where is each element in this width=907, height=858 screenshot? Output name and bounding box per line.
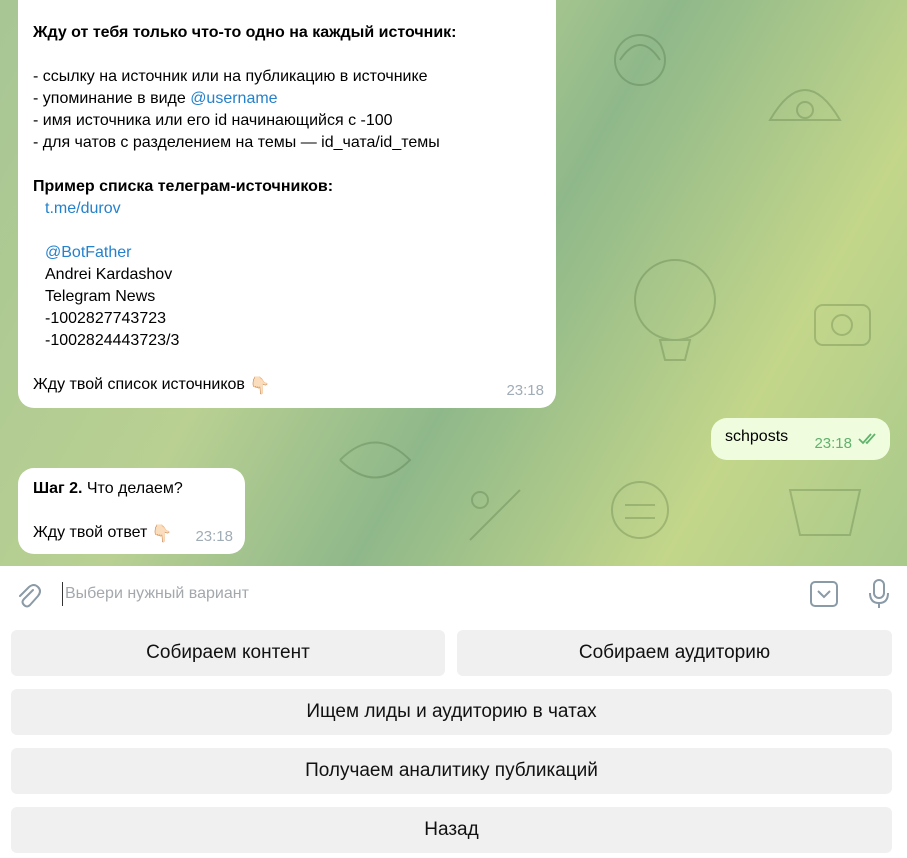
- message-line: Шаг 2. Что делаем?: [33, 480, 183, 497]
- example-line: -1002824443723/3: [45, 332, 180, 349]
- message-time: 23:18: [506, 382, 544, 399]
- chevron-down-icon[interactable]: [809, 580, 839, 608]
- balloon-doodle-icon: [634, 259, 716, 361]
- username-link[interactable]: @username: [190, 90, 277, 107]
- chat-background: Жду от тебя только что-то одно на каждый…: [0, 0, 907, 566]
- message-time: 23:18: [814, 435, 852, 452]
- incoming-message: Шаг 2. Что делаем? Жду твой ответ 👇🏻 23:1…: [18, 468, 245, 554]
- collect-audience-button[interactable]: Собираем аудиторию: [457, 630, 892, 676]
- message-footer: Жду твой список источников 👇🏻: [33, 376, 271, 395]
- message-line: - ссылку на источник или на публикацию в…: [33, 68, 428, 85]
- doodle-icon: [614, 34, 666, 86]
- doodle-icon: [611, 481, 669, 539]
- example-line: Andrei Kardashov: [45, 266, 173, 283]
- doodle-icon: [814, 304, 871, 346]
- doodle-icon: [768, 89, 842, 121]
- message-heading: Жду от тебя только что-то одно на каждый…: [33, 24, 457, 41]
- message-time: 23:18: [195, 528, 233, 545]
- example-link[interactable]: t.me/durov: [33, 198, 541, 220]
- double-check-icon: [858, 433, 876, 445]
- incoming-message: Жду от тебя только что-то одно на каждый…: [18, 0, 556, 408]
- example-line: -1002827743723: [45, 310, 167, 327]
- find-leads-button[interactable]: Ищем лиды и аудиторию в чатах: [11, 689, 892, 735]
- step-label: Шаг 2.: [33, 480, 83, 497]
- message-line: - для чатов с разделением на темы — id_ч…: [33, 134, 440, 151]
- example-line: Telegram News: [45, 288, 156, 305]
- get-analytics-button[interactable]: Получаем аналитику публикаций: [11, 748, 892, 794]
- doodle-icon: [339, 441, 412, 479]
- doodle-icon: [469, 489, 521, 541]
- message-input-bar: [0, 566, 907, 622]
- doodle-icon: [788, 489, 862, 536]
- example-title: Пример списка телеграм-источников:: [33, 178, 334, 195]
- outgoing-message: schposts 23:18: [711, 418, 890, 460]
- message-line: - имя источника или его id начинающийся …: [33, 112, 393, 129]
- reply-keyboard: Собираем контент Собираем аудиторию Ищем…: [0, 622, 907, 858]
- paperclip-icon[interactable]: [14, 581, 42, 609]
- pointing-down-hand-icon: 👇🏻: [248, 376, 271, 395]
- back-button[interactable]: Назад: [11, 807, 892, 853]
- outgoing-text: schposts: [725, 428, 789, 445]
- message-input[interactable]: [62, 582, 765, 606]
- collect-content-button[interactable]: Собираем контент: [11, 630, 445, 676]
- example-mention-link[interactable]: @BotFather: [33, 242, 541, 264]
- pointing-down-hand-icon: 👇🏻: [151, 524, 173, 543]
- message-line: - упоминание в виде @username: [33, 90, 278, 107]
- microphone-icon[interactable]: [867, 578, 891, 610]
